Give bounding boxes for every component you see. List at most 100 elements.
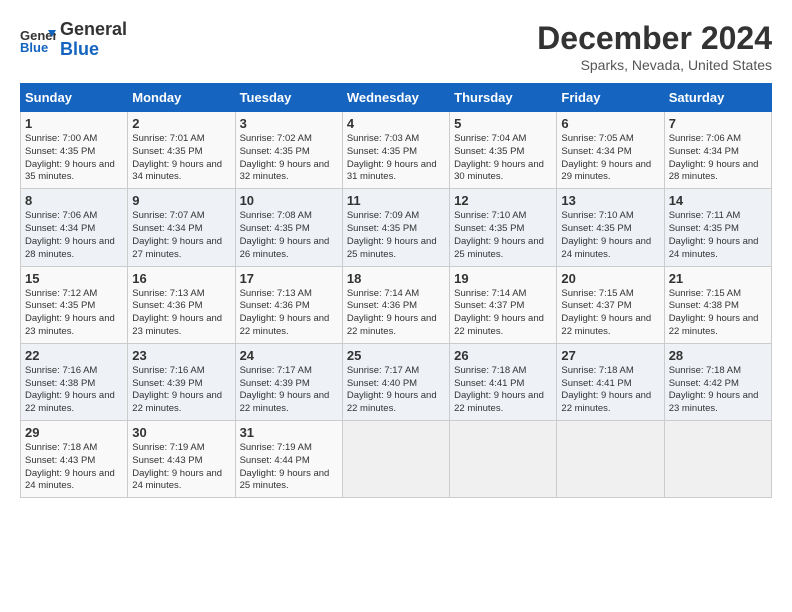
calendar-cell: 10 Sunrise: 7:08 AMSunset: 4:35 PMDayligh…	[235, 189, 342, 266]
day-number: 10	[240, 193, 338, 208]
calendar-cell: 20 Sunrise: 7:15 AMSunset: 4:37 PMDayligh…	[557, 266, 664, 343]
week-row-1: 8 Sunrise: 7:06 AMSunset: 4:34 PMDaylight…	[21, 189, 772, 266]
cell-content: Sunrise: 7:16 AMSunset: 4:38 PMDaylight:…	[25, 365, 123, 416]
day-number: 29	[25, 425, 123, 440]
calendar-cell: 14 Sunrise: 7:11 AMSunset: 4:35 PMDayligh…	[664, 189, 771, 266]
calendar-cell: 21 Sunrise: 7:15 AMSunset: 4:38 PMDayligh…	[664, 266, 771, 343]
calendar-cell: 7 Sunrise: 7:06 AMSunset: 4:34 PMDaylight…	[664, 112, 771, 189]
day-number: 17	[240, 271, 338, 286]
day-number: 6	[561, 116, 659, 131]
day-number: 25	[347, 348, 445, 363]
calendar-cell: 27 Sunrise: 7:18 AMSunset: 4:41 PMDayligh…	[557, 343, 664, 420]
week-row-3: 22Sunrise: 7:16 AMSunset: 4:38 PMDayligh…	[21, 343, 772, 420]
header: General Blue General Blue December 2024 …	[20, 20, 772, 73]
calendar-cell: 22Sunrise: 7:16 AMSunset: 4:38 PMDayligh…	[21, 343, 128, 420]
calendar-cell	[450, 421, 557, 498]
cell-content: Sunrise: 7:12 AMSunset: 4:35 PMDaylight:…	[25, 288, 123, 339]
calendar-cell: 5Sunrise: 7:04 AMSunset: 4:35 PMDaylight…	[450, 112, 557, 189]
day-number: 26	[454, 348, 552, 363]
day-number: 9	[132, 193, 230, 208]
day-number: 5	[454, 116, 552, 131]
calendar-cell	[557, 421, 664, 498]
cell-content: Sunrise: 7:14 AMSunset: 4:37 PMDaylight:…	[454, 288, 552, 339]
cell-content: Sunrise: 7:16 AMSunset: 4:39 PMDaylight:…	[132, 365, 230, 416]
calendar-cell: 18Sunrise: 7:14 AMSunset: 4:36 PMDayligh…	[342, 266, 449, 343]
day-number: 27	[561, 348, 659, 363]
logo: General Blue General Blue	[20, 20, 127, 60]
calendar-table: SundayMondayTuesdayWednesdayThursdayFrid…	[20, 83, 772, 498]
day-number: 16	[132, 271, 230, 286]
day-number: 23	[132, 348, 230, 363]
week-row-4: 29Sunrise: 7:18 AMSunset: 4:43 PMDayligh…	[21, 421, 772, 498]
calendar-cell: 13 Sunrise: 7:10 AMSunset: 4:35 PMDayligh…	[557, 189, 664, 266]
calendar-cell	[664, 421, 771, 498]
cell-content: Sunrise: 7:15 AMSunset: 4:37 PMDaylight:…	[561, 288, 659, 339]
day-number: 7	[669, 116, 767, 131]
day-number: 15	[25, 271, 123, 286]
day-number: 4	[347, 116, 445, 131]
calendar-cell: 16 Sunrise: 7:13 AMSunset: 4:36 PMDayligh…	[128, 266, 235, 343]
cell-content: Sunrise: 7:01 AMSunset: 4:35 PMDaylight:…	[132, 133, 230, 184]
calendar-cell: 25 Sunrise: 7:17 AMSunset: 4:40 PMDayligh…	[342, 343, 449, 420]
cell-content: Sunrise: 7:07 AMSunset: 4:34 PMDaylight:…	[132, 210, 230, 261]
calendar-cell	[342, 421, 449, 498]
cell-content: Sunrise: 7:10 AMSunset: 4:35 PMDaylight:…	[454, 210, 552, 261]
header-saturday: Saturday	[664, 84, 771, 112]
calendar-cell: 23 Sunrise: 7:16 AMSunset: 4:39 PMDayligh…	[128, 343, 235, 420]
logo-icon: General Blue	[20, 25, 56, 55]
cell-content: Sunrise: 7:19 AMSunset: 4:44 PMDaylight:…	[240, 442, 338, 493]
day-number: 11	[347, 193, 445, 208]
calendar-cell: 17 Sunrise: 7:13 AMSunset: 4:36 PMDayligh…	[235, 266, 342, 343]
day-number: 18	[347, 271, 445, 286]
day-number: 24	[240, 348, 338, 363]
cell-content: Sunrise: 7:19 AMSunset: 4:43 PMDaylight:…	[132, 442, 230, 493]
calendar-cell: 4 Sunrise: 7:03 AMSunset: 4:35 PMDaylight…	[342, 112, 449, 189]
calendar-cell: 19Sunrise: 7:14 AMSunset: 4:37 PMDayligh…	[450, 266, 557, 343]
header-wednesday: Wednesday	[342, 84, 449, 112]
day-number: 13	[561, 193, 659, 208]
day-number: 20	[561, 271, 659, 286]
day-number: 8	[25, 193, 123, 208]
cell-content: Sunrise: 7:08 AMSunset: 4:35 PMDaylight:…	[240, 210, 338, 261]
logo-general: General	[60, 20, 127, 40]
header-tuesday: Tuesday	[235, 84, 342, 112]
cell-content: Sunrise: 7:09 AMSunset: 4:35 PMDaylight:…	[347, 210, 445, 261]
calendar-cell: 2 Sunrise: 7:01 AMSunset: 4:35 PMDaylight…	[128, 112, 235, 189]
cell-content: Sunrise: 7:10 AMSunset: 4:35 PMDaylight:…	[561, 210, 659, 261]
cell-content: Sunrise: 7:03 AMSunset: 4:35 PMDaylight:…	[347, 133, 445, 184]
cell-content: Sunrise: 7:17 AMSunset: 4:40 PMDaylight:…	[347, 365, 445, 416]
cell-content: Sunrise: 7:18 AMSunset: 4:42 PMDaylight:…	[669, 365, 767, 416]
day-number: 31	[240, 425, 338, 440]
cell-content: Sunrise: 7:05 AMSunset: 4:34 PMDaylight:…	[561, 133, 659, 184]
header-thursday: Thursday	[450, 84, 557, 112]
calendar-cell: 6 Sunrise: 7:05 AMSunset: 4:34 PMDaylight…	[557, 112, 664, 189]
day-number: 2	[132, 116, 230, 131]
logo-blue: Blue	[60, 40, 127, 60]
cell-content: Sunrise: 7:18 AMSunset: 4:41 PMDaylight:…	[561, 365, 659, 416]
calendar-cell: 28 Sunrise: 7:18 AMSunset: 4:42 PMDayligh…	[664, 343, 771, 420]
day-number: 14	[669, 193, 767, 208]
day-number: 3	[240, 116, 338, 131]
cell-content: Sunrise: 7:11 AMSunset: 4:35 PMDaylight:…	[669, 210, 767, 261]
cell-content: Sunrise: 7:06 AMSunset: 4:34 PMDaylight:…	[25, 210, 123, 261]
cell-content: Sunrise: 7:02 AMSunset: 4:35 PMDaylight:…	[240, 133, 338, 184]
cell-content: Sunrise: 7:18 AMSunset: 4:41 PMDaylight:…	[454, 365, 552, 416]
cell-content: Sunrise: 7:15 AMSunset: 4:38 PMDaylight:…	[669, 288, 767, 339]
day-number: 30	[132, 425, 230, 440]
cell-content: Sunrise: 7:00 AMSunset: 4:35 PMDaylight:…	[25, 133, 123, 184]
header-friday: Friday	[557, 84, 664, 112]
calendar-cell: 24 Sunrise: 7:17 AMSunset: 4:39 PMDayligh…	[235, 343, 342, 420]
day-number: 21	[669, 271, 767, 286]
calendar-cell: 8 Sunrise: 7:06 AMSunset: 4:34 PMDaylight…	[21, 189, 128, 266]
calendar-cell: 12Sunrise: 7:10 AMSunset: 4:35 PMDayligh…	[450, 189, 557, 266]
calendar-cell: 31 Sunrise: 7:19 AMSunset: 4:44 PMDayligh…	[235, 421, 342, 498]
cell-content: Sunrise: 7:13 AMSunset: 4:36 PMDaylight:…	[240, 288, 338, 339]
calendar-cell: 15 Sunrise: 7:12 AMSunset: 4:35 PMDayligh…	[21, 266, 128, 343]
cell-content: Sunrise: 7:13 AMSunset: 4:36 PMDaylight:…	[132, 288, 230, 339]
cell-content: Sunrise: 7:17 AMSunset: 4:39 PMDaylight:…	[240, 365, 338, 416]
day-number: 1	[25, 116, 123, 131]
calendar-cell: 26 Sunrise: 7:18 AMSunset: 4:41 PMDayligh…	[450, 343, 557, 420]
day-number: 28	[669, 348, 767, 363]
calendar-cell: 11 Sunrise: 7:09 AMSunset: 4:35 PMDayligh…	[342, 189, 449, 266]
cell-content: Sunrise: 7:06 AMSunset: 4:34 PMDaylight:…	[669, 133, 767, 184]
